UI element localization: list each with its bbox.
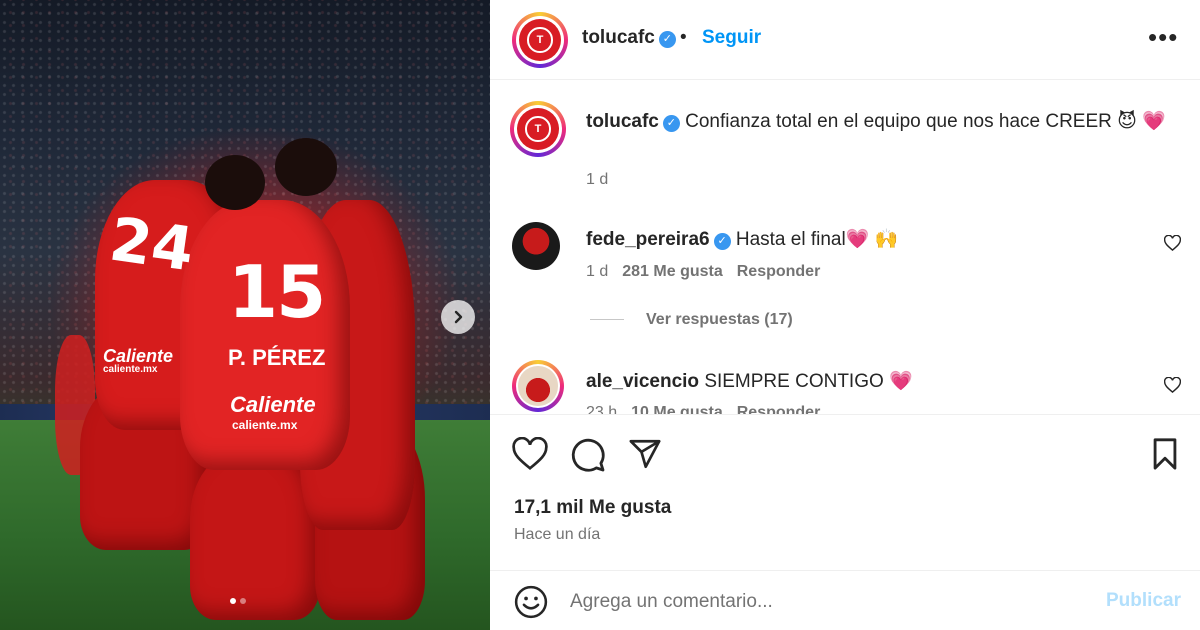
post-date: Hace un día [514, 526, 601, 543]
post-header: T tolucafc ✓ • Seguir ••• [490, 0, 1200, 80]
emoji-icon[interactable] [514, 585, 548, 624]
action-bar: 17,1 mil Me gusta Hace un día [490, 414, 1200, 564]
comment-likes[interactable]: 10 Me gusta [631, 404, 723, 414]
verified-badge-icon: ✓ [658, 31, 676, 48]
carousel-dots [230, 598, 246, 604]
comment-username[interactable]: ale_vicencio [586, 371, 699, 392]
comment-username[interactable]: fede_pereira6 [586, 229, 710, 250]
sponsor-url: caliente.mx [232, 418, 298, 432]
carousel-dot [230, 598, 236, 604]
carousel-next-button[interactable] [441, 300, 475, 334]
comment-row: ale_vicencio SIEMPRE CONTIGO 💗 [586, 369, 913, 393]
account-avatar[interactable]: T [512, 12, 568, 68]
post-caption: tolucafc ✓ Confianza total en el equipo q… [586, 108, 1166, 135]
comment-composer: Publicar [490, 570, 1200, 630]
view-replies-button[interactable]: Ver respuestas (17) [590, 311, 793, 329]
player-head [205, 155, 265, 210]
comment-like-icon[interactable] [1163, 376, 1182, 398]
bookmark-icon[interactable] [1150, 437, 1180, 476]
verified-badge-icon: ✓ [662, 115, 680, 132]
comment-meta: 1 d 281 Me gusta Responder [586, 263, 820, 281]
comment-time: 23 h [586, 404, 618, 414]
avatar-photo [518, 366, 558, 406]
comment-input[interactable] [570, 587, 1090, 617]
caption-text: Confianza total en el equipo que nos hac… [685, 111, 1166, 132]
comment-like-icon[interactable] [1163, 234, 1182, 256]
club-crest-icon: T [525, 116, 551, 142]
sponsor-logo: Caliente [230, 392, 316, 417]
post-photo: 24 15 P. PÉREZ Caliente caliente.mx Cali… [0, 0, 490, 630]
player-head [275, 138, 337, 196]
caption-username[interactable]: tolucafc ✓ [586, 111, 680, 132]
caption-time: 1 d [586, 171, 609, 188]
jersey-number-left: 24 [105, 204, 198, 286]
publish-button[interactable]: Publicar [1106, 590, 1181, 612]
heart-outline-icon [1163, 376, 1182, 394]
comments-section[interactable]: T tolucafc ✓ Confianza total en el equipo… [490, 81, 1200, 414]
comment-text: Hasta el final💗 🙌 [735, 229, 899, 250]
comment-icon[interactable] [570, 437, 606, 478]
separator: • [680, 27, 687, 48]
share-icon[interactable] [628, 437, 662, 476]
post-detail-panel: T tolucafc ✓ • Seguir ••• T tolucafc ✓ Con… [490, 0, 1200, 630]
comment-likes[interactable]: 281 Me gusta [622, 263, 722, 280]
comment-meta: 23 h 10 Me gusta Responder [586, 404, 820, 414]
replies-divider [590, 319, 624, 321]
commenter-avatar[interactable] [512, 222, 560, 270]
carousel-dot [240, 598, 246, 604]
jersey-name: P. PÉREZ [228, 345, 326, 370]
jersey-number-main: 15 [228, 250, 326, 334]
reply-button[interactable]: Responder [737, 404, 821, 414]
comment-text: SIEMPRE CONTIGO 💗 [704, 371, 913, 392]
follow-button[interactable]: Seguir [702, 27, 761, 49]
club-crest-icon: T [527, 27, 553, 53]
header-username[interactable]: tolucafc ✓ [582, 27, 676, 49]
reply-button[interactable]: Responder [737, 263, 821, 280]
heart-icon[interactable] [512, 436, 548, 476]
comment-time: 1 d [586, 263, 609, 280]
verified-badge-icon: ✓ [713, 233, 731, 250]
chevron-right-icon [454, 310, 463, 324]
more-options-icon[interactable]: ••• [1148, 22, 1178, 53]
sponsor-url-left: caliente.mx [103, 364, 158, 375]
heart-outline-icon [1163, 234, 1182, 252]
commenter-avatar[interactable] [512, 360, 564, 412]
comment-row: fede_pereira6 ✓ Hasta el final💗 🙌 [586, 227, 898, 251]
likes-count[interactable]: 17,1 mil Me gusta [514, 497, 671, 519]
caption-avatar[interactable]: T [510, 101, 566, 157]
